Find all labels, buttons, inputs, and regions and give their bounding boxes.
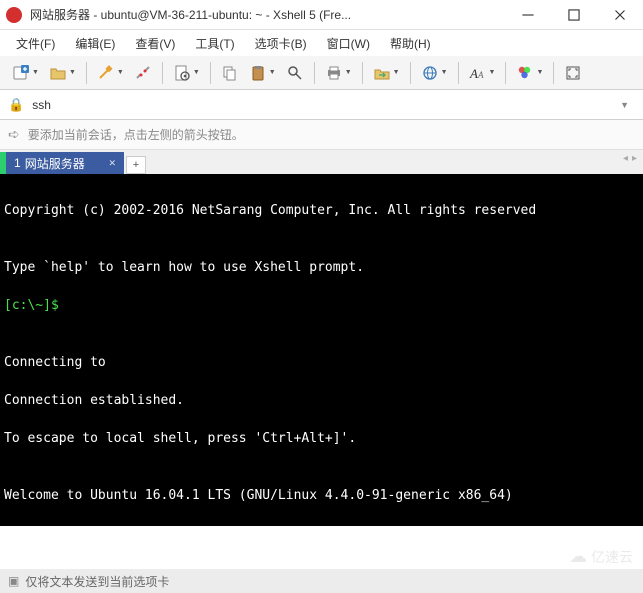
separator	[410, 62, 411, 84]
term-copyright: Copyright (c) 2002-2016 NetSarang Comput…	[4, 201, 639, 220]
fullscreen-button[interactable]	[560, 61, 586, 85]
term-local-prompt: [c:\~]$	[4, 298, 59, 313]
term-welcome: Welcome to Ubuntu 16.04.1 LTS (GNU/Linux…	[4, 486, 639, 505]
print-button[interactable]: ▼	[321, 61, 356, 85]
find-button[interactable]	[282, 61, 308, 85]
svg-text:A: A	[469, 66, 478, 81]
status-text: 仅将文本发送到当前选项卡	[25, 573, 169, 590]
tab-next-icon[interactable]: ▸	[632, 153, 637, 164]
term-help-hint: Type `help' to learn how to use Xshell p…	[4, 258, 639, 277]
menu-file[interactable]: 文件(F)	[10, 33, 61, 54]
chevron-down-icon: ▼	[69, 69, 76, 76]
menu-edit[interactable]: 编辑(E)	[69, 33, 121, 54]
separator	[553, 62, 554, 84]
titlebar: 网站服务器 - ubuntu@VM-36-211-ubuntu: ~ - Xsh…	[0, 0, 643, 30]
separator	[86, 62, 87, 84]
term-connecting: Connecting to	[4, 355, 114, 370]
new-session-button[interactable]: ▼	[8, 61, 43, 85]
separator	[162, 62, 163, 84]
menubar: 文件(F) 编辑(E) 查看(V) 工具(T) 选项卡(B) 窗口(W) 帮助(…	[0, 30, 643, 56]
copy-button[interactable]	[217, 61, 243, 85]
tab-nav: ◂ ▸	[623, 153, 637, 164]
lock-icon: 🔒	[8, 97, 24, 113]
reconnect-button[interactable]: ▼	[93, 61, 128, 85]
chevron-down-icon: ▼	[193, 69, 200, 76]
app-icon	[6, 7, 22, 23]
cloud-icon: ☁	[569, 546, 587, 567]
chevron-down-icon: ▼	[393, 69, 400, 76]
hint-text: 要添加当前会话，点击左侧的箭头按钮。	[28, 126, 244, 143]
separator	[210, 62, 211, 84]
tab-label: 网站服务器	[25, 155, 85, 172]
address-dropdown[interactable]: ▼	[614, 100, 635, 110]
file-transfer-button[interactable]: ▼	[369, 61, 404, 85]
fonts-button[interactable]: AA ▼	[465, 61, 500, 85]
minimize-button[interactable]	[505, 0, 551, 30]
separator	[458, 62, 459, 84]
tab-session[interactable]: 1 网站服务器 ✕	[6, 152, 124, 174]
chevron-down-icon: ▼	[489, 69, 496, 76]
chevron-down-icon: ▼	[32, 69, 39, 76]
properties-button[interactable]: ▼	[169, 61, 204, 85]
chevron-down-icon: ▼	[117, 69, 124, 76]
menu-tools[interactable]: 工具(T)	[189, 33, 240, 54]
term-escape: To escape to local shell, press 'Ctrl+Al…	[4, 429, 639, 448]
address-bar: 🔒 ssh ▼	[0, 90, 643, 120]
redacted-ip: xxxxxxxxxxxxxxxxxx	[114, 353, 255, 372]
separator	[362, 62, 363, 84]
svg-text:A: A	[477, 70, 484, 80]
menu-window[interactable]: 窗口(W)	[321, 33, 376, 54]
tab-add-button[interactable]: +	[126, 156, 146, 174]
chevron-down-icon: ▼	[345, 69, 352, 76]
status-bar: ▣ 仅将文本发送到当前选项卡	[0, 569, 643, 593]
address-input[interactable]: ssh	[30, 95, 608, 115]
tab-number: 1	[14, 156, 21, 170]
language-button[interactable]: ▼	[417, 61, 452, 85]
watermark: ☁ 亿速云	[569, 546, 633, 567]
close-button[interactable]	[597, 0, 643, 30]
chevron-down-icon: ▼	[441, 69, 448, 76]
terminal[interactable]: Copyright (c) 2002-2016 NetSarang Comput…	[0, 174, 643, 526]
chevron-down-icon: ▼	[269, 69, 276, 76]
toolbar: ▼ ▼ ▼ ▼ ▼ ▼ ▼ ▼ AA ▼	[0, 56, 643, 90]
window-controls	[505, 0, 643, 30]
maximize-button[interactable]	[551, 0, 597, 30]
tab-prev-icon[interactable]: ◂	[623, 153, 628, 164]
tab-close-icon[interactable]: ✕	[108, 158, 116, 169]
menu-view[interactable]: 查看(V)	[129, 33, 181, 54]
separator	[314, 62, 315, 84]
disconnect-button[interactable]	[130, 61, 156, 85]
open-button[interactable]: ▼	[45, 61, 80, 85]
colors-button[interactable]: ▼	[512, 61, 547, 85]
paste-button[interactable]: ▼	[245, 61, 280, 85]
menu-help[interactable]: 帮助(H)	[384, 33, 437, 54]
hint-bar: ➪ 要添加当前会话，点击左侧的箭头按钮。	[0, 120, 643, 150]
menu-tabs[interactable]: 选项卡(B)	[249, 33, 313, 54]
tab-strip: 1 网站服务器 ✕ + ◂ ▸	[0, 150, 643, 174]
window-title: 网站服务器 - ubuntu@VM-36-211-ubuntu: ~ - Xsh…	[30, 6, 505, 23]
term-established: Connection established.	[4, 391, 639, 410]
separator	[505, 62, 506, 84]
chevron-down-icon: ▼	[536, 69, 543, 76]
add-session-arrow-icon[interactable]: ➪	[8, 126, 20, 143]
watermark-text: 亿速云	[591, 547, 633, 567]
send-text-icon[interactable]: ▣	[8, 574, 19, 588]
